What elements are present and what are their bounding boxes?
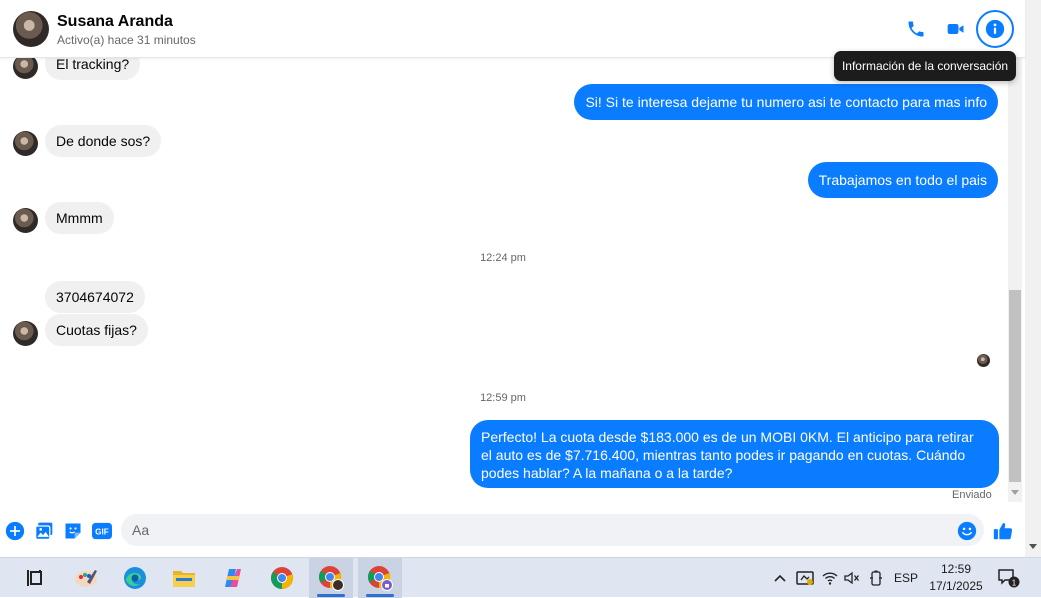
battery-icon xyxy=(870,570,882,586)
task-view-icon xyxy=(27,570,42,586)
contact-avatar-small[interactable] xyxy=(13,321,38,346)
wifi-button[interactable] xyxy=(821,568,839,588)
emoji-icon xyxy=(957,521,977,541)
chrome-icon xyxy=(271,567,294,589)
attach-image-button[interactable] xyxy=(33,520,55,542)
messenger-window: El tracking? Si! Si te interesa dejame t… xyxy=(0,0,1041,557)
chrome-profile-2-app[interactable] xyxy=(358,558,402,598)
outgoing-message: Si! Si te interesa dejame tu numero asi … xyxy=(574,84,998,120)
thumbs-up-icon xyxy=(993,523,1013,540)
svg-text:1: 1 xyxy=(1012,579,1017,588)
gif-button[interactable]: GIF xyxy=(91,520,113,542)
chrome-profile-app[interactable] xyxy=(309,558,353,598)
seen-avatar xyxy=(977,354,990,367)
file-explorer-app[interactable] xyxy=(162,558,206,598)
copilot-icon xyxy=(225,569,241,587)
like-button[interactable] xyxy=(992,520,1014,542)
wifi-icon xyxy=(822,572,838,585)
phone-icon xyxy=(908,21,924,37)
conversation-header: Susana Aranda Activo(a) hace 31 minutos xyxy=(0,0,1025,58)
image-icon xyxy=(35,522,53,540)
outgoing-message: Trabajamos en todo el pais xyxy=(807,162,998,198)
clock-time: 12:59 xyxy=(940,562,972,576)
message-input[interactable] xyxy=(121,514,984,546)
tray-app-icon xyxy=(796,571,814,585)
system-clock[interactable]: 12:59 17/1/2025 xyxy=(925,561,987,595)
chrome-profile-2-icon xyxy=(368,566,393,591)
emoji-button[interactable] xyxy=(956,520,978,542)
notification-icon: 1 xyxy=(998,569,1020,588)
volume-muted-icon xyxy=(844,571,860,585)
tray-app-button[interactable] xyxy=(795,568,815,588)
composer: GIF xyxy=(0,510,1025,555)
clock-date: 17/1/2025 xyxy=(929,579,983,593)
message-timestamp: 12:24 pm xyxy=(480,252,526,264)
battery-button[interactable] xyxy=(867,568,885,588)
gif-icon: GIF xyxy=(92,522,112,540)
audio-call-button[interactable] xyxy=(900,13,932,45)
window-scrollbar[interactable] xyxy=(1025,0,1041,557)
message-timestamp: 12:59 pm xyxy=(480,392,526,404)
contact-avatar-small[interactable] xyxy=(13,131,38,156)
outgoing-message: Perfecto! La cuota desde $183.000 es de … xyxy=(470,420,999,488)
task-view-button[interactable] xyxy=(12,558,56,598)
incoming-message: 3704674072 xyxy=(45,281,145,313)
tooltip: Información de la conversación xyxy=(834,51,1016,81)
file-explorer-icon xyxy=(173,571,195,587)
incoming-message: Mmmm xyxy=(45,202,114,234)
copilot-app[interactable] xyxy=(211,558,255,598)
sticker-icon xyxy=(65,523,81,539)
contact-status: Activo(a) hace 31 minutos xyxy=(57,33,196,47)
incoming-message: Cuotas fijas? xyxy=(45,314,148,346)
chrome-profile-icon xyxy=(319,566,344,591)
video-camera-icon xyxy=(947,24,964,34)
conversation-info-button[interactable] xyxy=(976,10,1014,48)
svg-text:GIF: GIF xyxy=(95,528,109,537)
chevron-up-icon xyxy=(774,574,786,582)
paint-app[interactable] xyxy=(64,558,108,598)
sent-status: Enviado xyxy=(952,489,992,501)
contact-name[interactable]: Susana Aranda xyxy=(57,13,173,31)
message-scrollbar[interactable] xyxy=(1008,58,1022,502)
windows-taskbar: ESP 12:59 17/1/2025 1 xyxy=(0,557,1041,598)
more-actions-button[interactable] xyxy=(4,520,26,542)
plus-icon xyxy=(5,521,25,541)
tray-overflow-button[interactable] xyxy=(771,568,789,588)
chrome-app[interactable] xyxy=(260,558,304,598)
volume-button[interactable] xyxy=(843,568,861,588)
edge-app[interactable] xyxy=(113,558,157,598)
sticker-button[interactable] xyxy=(62,520,84,542)
contact-avatar-small[interactable] xyxy=(13,208,38,233)
notification-center-button[interactable]: 1 xyxy=(996,568,1022,588)
info-icon xyxy=(985,19,1005,39)
language-indicator[interactable]: ESP xyxy=(892,568,920,588)
video-call-button[interactable] xyxy=(940,13,972,45)
contact-avatar[interactable] xyxy=(13,11,49,47)
edge-icon xyxy=(124,567,146,589)
scroll-thumb[interactable] xyxy=(1009,290,1021,482)
incoming-message: De donde sos? xyxy=(45,125,162,157)
paint-icon xyxy=(75,570,97,587)
window-scroll-down-icon[interactable] xyxy=(1029,544,1037,549)
scroll-down-arrow-icon[interactable] xyxy=(1011,490,1019,495)
